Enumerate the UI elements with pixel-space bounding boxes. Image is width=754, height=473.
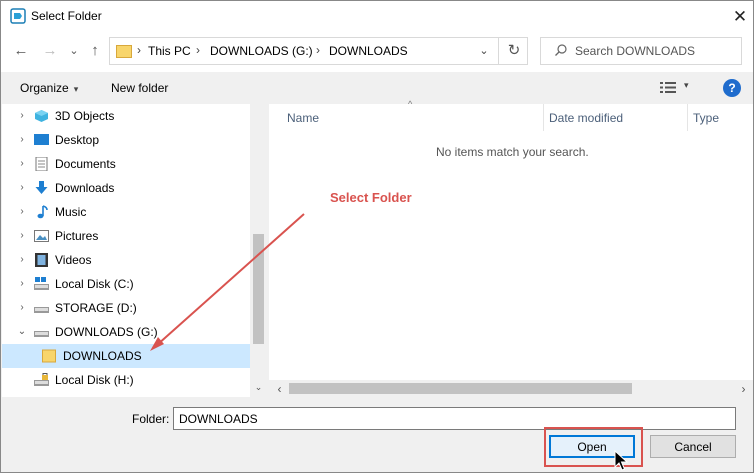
forward-arrow-icon[interactable]: → bbox=[41, 42, 59, 60]
tree-item-label: DOWNLOADS (G:) bbox=[55, 325, 158, 339]
select-folder-dialog: Select Folder ✕ ← → ⌄ ↑ › This PC › DOWN… bbox=[0, 0, 754, 473]
tree-item-downloads-folder[interactable]: DOWNLOADS bbox=[2, 344, 250, 368]
sort-ascending-icon: ^ bbox=[408, 99, 413, 109]
recent-locations-icon[interactable]: ⌄ bbox=[65, 42, 83, 60]
breadcrumb-separator: › bbox=[137, 43, 141, 57]
back-arrow-icon[interactable]: ← bbox=[12, 42, 30, 60]
tree-item-desktop[interactable]: › Desktop bbox=[2, 128, 250, 152]
folder-label: Folder: bbox=[132, 412, 170, 426]
desktop-icon bbox=[34, 134, 49, 145]
tree-item-label: 3D Objects bbox=[55, 109, 115, 123]
new-folder-button[interactable]: New folder bbox=[111, 81, 168, 95]
scrollbar-thumb[interactable] bbox=[253, 234, 264, 344]
close-icon[interactable]: ✕ bbox=[730, 7, 750, 27]
organize-label: Organize bbox=[20, 81, 69, 95]
column-divider[interactable] bbox=[687, 104, 688, 131]
help-icon[interactable]: ? bbox=[723, 79, 741, 97]
tree-item-label: Documents bbox=[55, 157, 116, 171]
cancel-button[interactable]: Cancel bbox=[650, 435, 736, 458]
expand-arrow-icon[interactable]: › bbox=[16, 205, 28, 219]
pictures-icon bbox=[34, 230, 49, 242]
tree-item-label: Local Disk (H:) bbox=[55, 373, 134, 387]
expand-arrow-icon[interactable]: › bbox=[16, 181, 28, 195]
expand-arrow-icon[interactable]: › bbox=[16, 157, 28, 171]
3d-objects-icon bbox=[35, 110, 48, 122]
tree-item-local-disk-h[interactable]: Local Disk (H:) bbox=[2, 368, 250, 392]
tree-item-videos[interactable]: › Videos bbox=[2, 248, 250, 272]
collapse-arrow-icon[interactable]: ⌄ bbox=[16, 325, 28, 339]
expand-arrow-icon[interactable]: › bbox=[16, 109, 28, 123]
breadcrumb-downloads-folder[interactable]: DOWNLOADS bbox=[329, 44, 408, 58]
address-dropdown-icon[interactable]: ⌄ bbox=[471, 38, 497, 64]
drive-icon bbox=[34, 307, 49, 313]
mouse-cursor-icon bbox=[614, 450, 628, 471]
column-header-date-modified[interactable]: Date modified bbox=[549, 111, 623, 125]
column-header-type[interactable]: Type bbox=[693, 111, 719, 125]
view-options-dropdown-icon[interactable]: ▾ bbox=[684, 80, 689, 91]
expand-arrow-icon[interactable]: › bbox=[16, 277, 28, 291]
tree-item-pictures[interactable]: › Pictures bbox=[2, 224, 250, 248]
drive-icon bbox=[34, 331, 49, 337]
annotation-callout: Select Folder bbox=[330, 190, 412, 205]
drive-icon bbox=[34, 277, 49, 290]
scroll-right-icon[interactable]: › bbox=[735, 382, 752, 396]
tree-item-label: DOWNLOADS bbox=[63, 349, 142, 363]
column-divider[interactable] bbox=[543, 104, 544, 131]
folder-icon bbox=[42, 349, 56, 363]
tree-item-documents[interactable]: › Documents bbox=[2, 152, 250, 176]
downloads-icon bbox=[35, 181, 48, 194]
tree-item-downloads[interactable]: › Downloads bbox=[2, 176, 250, 200]
empty-message: No items match your search. bbox=[436, 145, 589, 159]
navigation-pane-scrollbar[interactable]: ⌄ bbox=[250, 104, 267, 397]
breadcrumb-downloads-drive[interactable]: DOWNLOADS (G:) bbox=[210, 44, 313, 58]
videos-icon bbox=[35, 253, 48, 267]
navigation-pane: › 3D Objects › Desktop › Documents › Dow… bbox=[2, 104, 250, 397]
tree-item-label: Desktop bbox=[55, 133, 100, 147]
tree-item-label: Pictures bbox=[55, 229, 99, 243]
folder-field[interactable] bbox=[173, 407, 736, 430]
scroll-left-icon[interactable]: ‹ bbox=[271, 382, 288, 396]
expand-arrow-icon[interactable]: › bbox=[16, 229, 28, 243]
breadcrumb-separator: › bbox=[316, 43, 320, 57]
organize-menu[interactable]: Organize ▾ bbox=[20, 81, 78, 95]
search-icon bbox=[555, 44, 567, 56]
tree-item-label: Downloads bbox=[55, 181, 115, 195]
up-arrow-icon[interactable]: ↑ bbox=[86, 42, 104, 60]
tree-item-downloads-g[interactable]: ⌄ DOWNLOADS (G:) bbox=[2, 320, 250, 344]
file-list-pane: ^ Name Date modified Type No items match… bbox=[269, 99, 753, 397]
window-title: Select Folder bbox=[31, 9, 102, 23]
details-view-icon[interactable] bbox=[660, 82, 676, 93]
search-box bbox=[540, 37, 742, 65]
tree-item-label: STORAGE (D:) bbox=[55, 301, 137, 315]
navigation-bar: ← → ⌄ ↑ › This PC › DOWNLOADS (G:) › DOW… bbox=[1, 32, 753, 72]
expand-arrow-icon[interactable]: › bbox=[16, 253, 28, 267]
tree-item-music[interactable]: › Music bbox=[2, 200, 250, 224]
address-bar[interactable]: › This PC › DOWNLOADS (G:) › DOWNLOADS ⌄… bbox=[109, 37, 528, 65]
folder-icon bbox=[116, 45, 132, 58]
search-input[interactable] bbox=[575, 42, 735, 60]
breadcrumb-this-pc[interactable]: This PC bbox=[148, 44, 191, 58]
expand-arrow-icon[interactable]: › bbox=[16, 133, 28, 147]
documents-icon bbox=[35, 157, 48, 171]
scrollbar-thumb[interactable] bbox=[289, 383, 632, 394]
column-header-name[interactable]: Name bbox=[287, 111, 319, 125]
tree-item-3d-objects[interactable]: › 3D Objects bbox=[2, 104, 250, 128]
refresh-icon[interactable]: ↻ bbox=[498, 38, 529, 64]
annotation-highlight-box bbox=[544, 427, 643, 467]
tree-item-local-disk-c[interactable]: › Local Disk (C:) bbox=[2, 272, 250, 296]
command-bar: Organize ▾ New folder ▾ ? bbox=[1, 72, 753, 104]
app-icon bbox=[10, 8, 26, 24]
file-list-horizontal-scrollbar[interactable]: ‹ › bbox=[269, 380, 753, 397]
scroll-down-icon[interactable]: ⌄ bbox=[250, 382, 267, 393]
music-icon bbox=[37, 205, 48, 219]
locked-drive-icon bbox=[34, 373, 49, 386]
tree-item-storage-d[interactable]: › STORAGE (D:) bbox=[2, 296, 250, 320]
tree-item-label: Videos bbox=[55, 253, 92, 267]
breadcrumb-separator: › bbox=[196, 43, 200, 57]
title-bar: Select Folder ✕ bbox=[1, 1, 753, 32]
tree-item-label: Music bbox=[55, 205, 87, 219]
tree-item-label: Local Disk (C:) bbox=[55, 277, 134, 291]
chevron-down-icon: ▾ bbox=[73, 84, 79, 94]
expand-arrow-icon[interactable]: › bbox=[16, 301, 28, 315]
